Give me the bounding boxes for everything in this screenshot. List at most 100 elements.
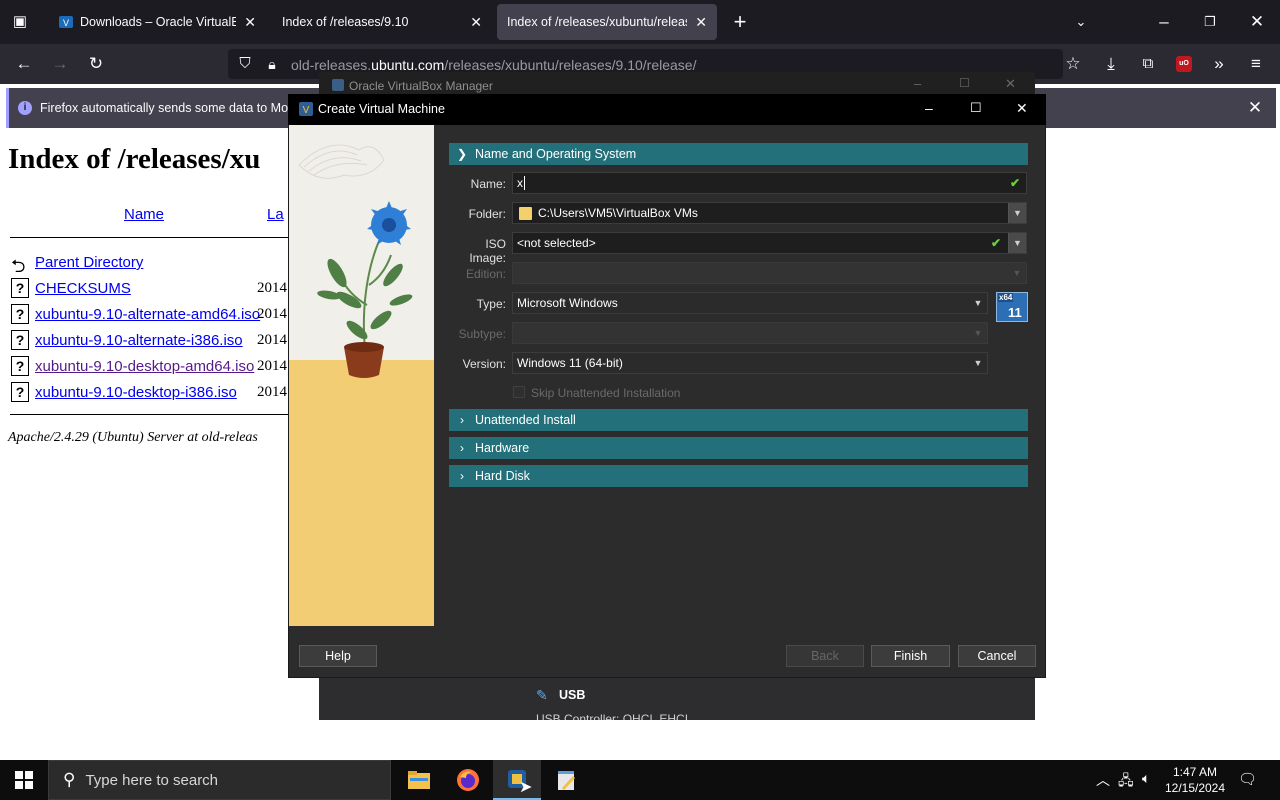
close-icon[interactable]: ✕ xyxy=(1016,100,1028,117)
iso-image-select[interactable]: <not selected> ▼ xyxy=(512,232,1027,254)
close-notification-icon[interactable]: ✕ xyxy=(1243,96,1267,120)
clock-date: 12/15/2024 xyxy=(1164,781,1226,795)
close-tab-icon[interactable]: ✕ xyxy=(244,14,256,31)
volume-muted-icon[interactable]: 🔈︎ xyxy=(1142,770,1150,787)
file-explorer-icon xyxy=(408,771,430,789)
help-button[interactable]: Help xyxy=(299,645,377,667)
clock-time: 1:47 AM xyxy=(1172,765,1218,779)
subtype-select[interactable]: ▼ xyxy=(512,322,988,344)
network-icon[interactable]: 🖧︎ xyxy=(1118,770,1134,794)
close-tab-icon[interactable]: ✕ xyxy=(695,14,707,31)
file-link-desktop-amd64[interactable]: xubuntu-9.10-desktop-amd64.iso xyxy=(35,358,254,375)
chevron-right-icon: › xyxy=(460,441,464,455)
skip-unattended-checkbox[interactable] xyxy=(513,386,525,398)
tab-list-icon[interactable]: ▣ xyxy=(8,10,32,34)
taskbar-firefox[interactable] xyxy=(444,760,492,800)
minimize-icon[interactable]: – xyxy=(925,100,933,116)
virtualbox-favicon-icon: V xyxy=(59,16,73,28)
taskbar-notepad[interactable] xyxy=(542,760,590,800)
taskbar-clock[interactable]: 1:47 AM 12/15/2024 xyxy=(1160,764,1230,796)
file-link-checksums[interactable]: CHECKSUMS xyxy=(35,280,131,297)
url-text[interactable]: old-releases.ubuntu.com/releases/xubuntu… xyxy=(291,57,697,73)
back-button[interactable]: Back xyxy=(786,645,864,667)
chevron-down-icon[interactable]: ▼ xyxy=(1008,203,1026,223)
close-tab-icon[interactable]: ✕ xyxy=(470,14,482,31)
maximize-icon[interactable]: ☐ xyxy=(959,76,970,90)
folder-value: C:\Users\VM5\VirtualBox VMs xyxy=(538,206,698,220)
flower-pot-illustration xyxy=(289,125,434,626)
lock-icon[interactable]: 🔒︎ xyxy=(260,52,284,76)
back-icon[interactable]: ← xyxy=(12,52,36,76)
downloads-icon[interactable]: ⤓ xyxy=(1099,52,1123,76)
maximize-icon[interactable]: ☐ xyxy=(970,100,982,116)
os-badge-version: 11 xyxy=(1008,305,1022,320)
tab-releases-xubuntu[interactable]: Index of /releases/xubuntu/release ✕ xyxy=(497,4,717,40)
minimize-icon[interactable]: – xyxy=(1152,10,1176,34)
minimize-icon[interactable]: – xyxy=(914,76,921,91)
column-name-link[interactable]: Name xyxy=(124,206,164,223)
section-unattended-install[interactable]: › Unattended Install xyxy=(449,409,1028,431)
taskbar-search-box[interactable]: ⚲ Type here to search xyxy=(48,760,391,800)
file-date: 2014 xyxy=(257,332,287,348)
folder-select[interactable]: C:\Users\VM5\VirtualBox VMs ▼ xyxy=(512,202,1027,224)
iso-image-label: ISO Image: xyxy=(469,237,506,265)
file-link-alternate-amd64[interactable]: xubuntu-9.10-alternate-amd64.iso xyxy=(35,306,260,323)
folder-label: Folder: xyxy=(468,207,506,221)
parent-directory-link[interactable]: Parent Directory xyxy=(35,254,143,271)
show-hidden-icons-chevron-icon[interactable]: ︿ xyxy=(1096,770,1110,790)
edition-select[interactable]: ▼ xyxy=(512,262,1027,284)
valid-check-icon: ✔ xyxy=(991,236,1002,250)
version-value: Windows 11 (64-bit) xyxy=(517,356,623,370)
new-tab-icon[interactable]: + xyxy=(728,10,752,34)
tab-virtualbox-downloads[interactable]: V Downloads – Oracle VirtualBox ✕ xyxy=(48,4,266,40)
section-title: Hardware xyxy=(475,441,530,455)
file-link-desktop-i386[interactable]: xubuntu-9.10-desktop-i386.iso xyxy=(35,384,237,401)
usb-section-title: USB xyxy=(559,688,586,702)
page-heading: Index of /releases/xu xyxy=(8,143,261,175)
restore-icon[interactable]: ❐ xyxy=(1198,10,1222,34)
version-select[interactable]: Windows 11 (64-bit) ▼ xyxy=(512,352,988,374)
forward-icon[interactable]: → xyxy=(48,52,72,76)
notifications-icon[interactable]: 🗨︎ xyxy=(1238,770,1257,788)
close-window-icon[interactable]: ✕ xyxy=(1245,10,1269,34)
taskbar-virtualbox[interactable] xyxy=(493,760,541,800)
chevron-down-icon: ▼ xyxy=(973,358,983,368)
server-signature: Apache/2.4.29 (Ubuntu) Server at old-rel… xyxy=(8,430,258,445)
taskbar-file-explorer[interactable] xyxy=(395,760,443,800)
section-title: Unattended Install xyxy=(475,413,576,427)
overflow-chevron-icon[interactable]: » xyxy=(1207,52,1231,76)
list-all-tabs-icon[interactable]: ⌄ xyxy=(1069,10,1093,34)
file-date: 2014 xyxy=(257,384,287,400)
section-title: Hard Disk xyxy=(475,469,530,483)
type-value: Microsoft Windows xyxy=(517,296,618,310)
shield-icon[interactable]: ⛉ xyxy=(233,52,257,76)
unknown-file-icon: ? xyxy=(11,304,29,324)
bookmark-star-icon[interactable]: ☆ xyxy=(1061,52,1085,76)
folder-icon xyxy=(519,206,532,220)
section-name-and-os[interactable]: ❯ Name and Operating System xyxy=(449,143,1028,165)
file-date: 2014 xyxy=(257,280,287,296)
unknown-file-icon: ? xyxy=(11,278,29,298)
reload-icon[interactable]: ↻ xyxy=(84,52,108,76)
divider xyxy=(10,237,290,238)
close-icon[interactable]: ✕ xyxy=(1005,76,1016,92)
finish-button[interactable]: Finish xyxy=(871,645,950,667)
chevron-down-icon: ❯ xyxy=(456,147,468,161)
name-input[interactable]: x xyxy=(512,172,1027,194)
unknown-file-icon: ? xyxy=(11,356,29,376)
column-last-modified-link[interactable]: La xyxy=(267,206,284,223)
section-hard-disk[interactable]: › Hard Disk xyxy=(449,465,1028,487)
valid-check-icon: ✔ xyxy=(1010,176,1021,190)
cancel-button[interactable]: Cancel xyxy=(958,645,1036,667)
section-hardware[interactable]: › Hardware xyxy=(449,437,1028,459)
type-select[interactable]: Microsoft Windows ▼ xyxy=(512,292,988,314)
notification-text: Firefox automatically sends some data to… xyxy=(40,101,300,115)
ublock-icon[interactable]: uO xyxy=(1176,56,1192,72)
version-label: Version: xyxy=(462,357,506,371)
tab-releases-9-10[interactable]: Index of /releases/9.10 ✕ xyxy=(272,4,492,40)
extensions-icon[interactable]: ⧉ xyxy=(1136,52,1160,76)
file-link-alternate-i386[interactable]: xubuntu-9.10-alternate-i386.iso xyxy=(35,332,243,349)
windows-start-icon[interactable] xyxy=(15,771,33,789)
menu-icon[interactable]: ≡ xyxy=(1244,52,1268,76)
chevron-down-icon[interactable]: ▼ xyxy=(1008,233,1026,253)
